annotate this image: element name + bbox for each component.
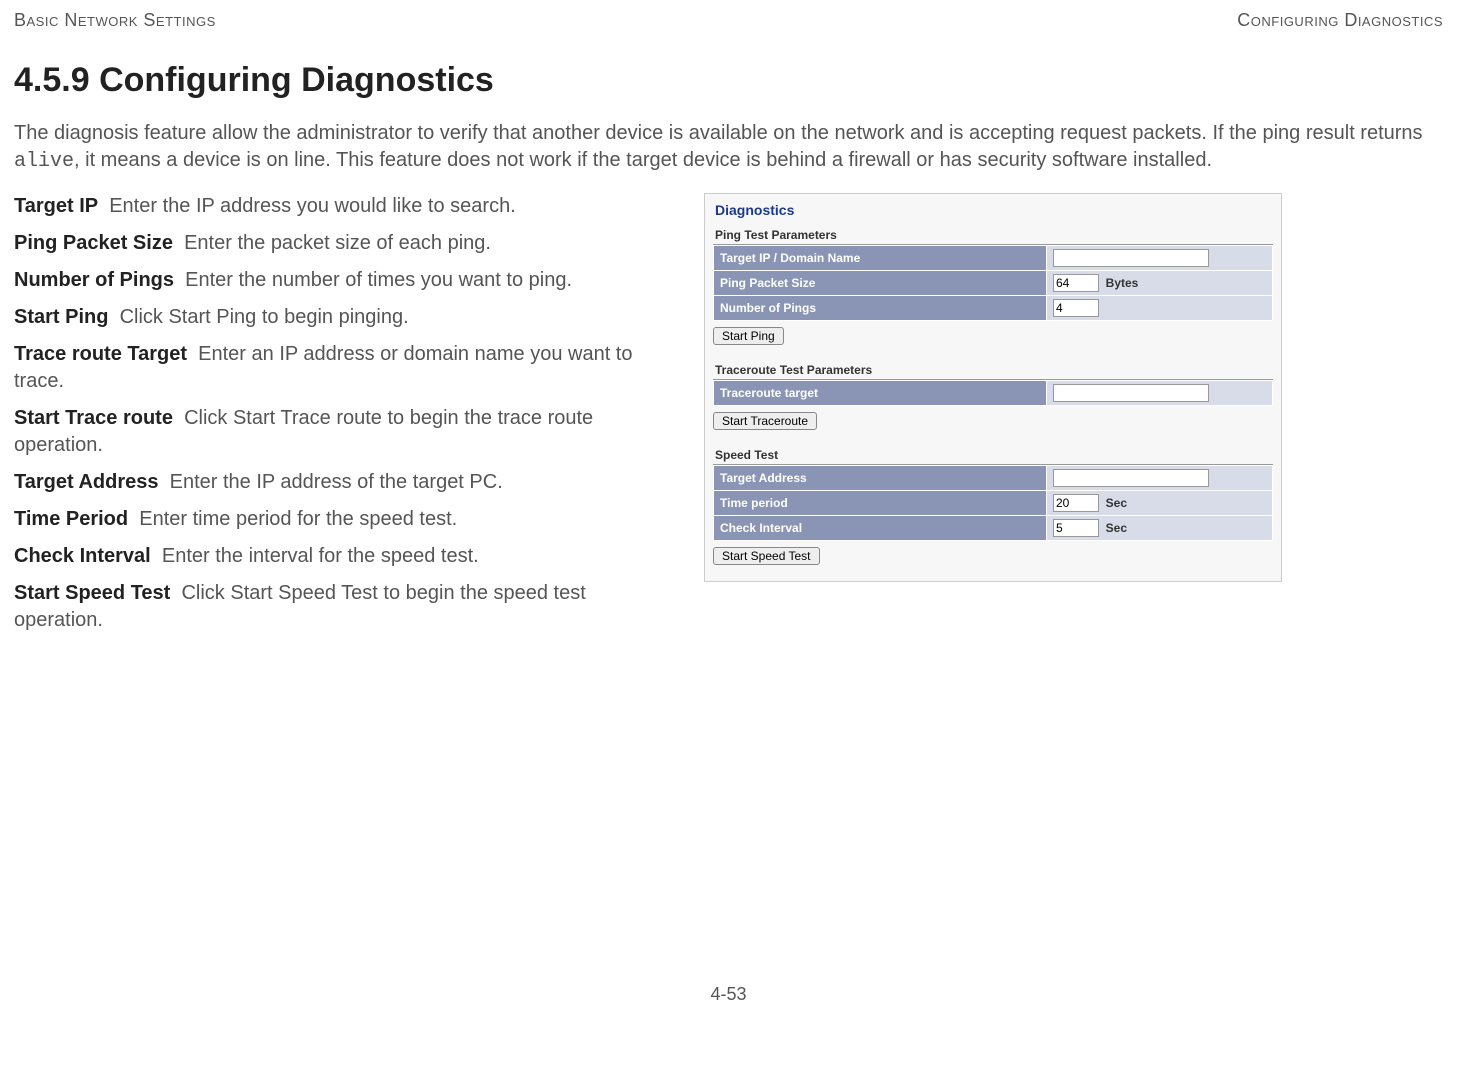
speed-period-label: Time period: [714, 491, 1047, 516]
page-number: 4-53: [14, 984, 1443, 1005]
def-desc: Enter time period for the speed test.: [139, 508, 457, 530]
def-desc: Enter the number of times you want to pi…: [185, 269, 572, 291]
ping-group-title: Ping Test Parameters: [713, 228, 1273, 245]
def-term: Target IP: [14, 195, 98, 217]
intro-pre: The diagnosis feature allow the administ…: [14, 122, 1423, 144]
speed-period-input[interactable]: [1053, 494, 1099, 512]
intro-post: , it means a device is on line. This fea…: [74, 149, 1212, 171]
def-desc: Enter the IP address you would like to s…: [109, 195, 516, 217]
panel-title: Diagnostics: [715, 202, 1273, 218]
def-desc: Enter the interval for the speed test.: [162, 545, 479, 567]
def-desc: Enter the IP address of the target PC.: [170, 471, 503, 493]
def-term: Trace route Target: [14, 343, 187, 365]
ping-count-input[interactable]: [1053, 299, 1099, 317]
start-speed-test-button[interactable]: Start Speed Test: [713, 547, 820, 565]
header-right: Configuring Diagnostics: [1237, 10, 1443, 31]
speed-interval-input[interactable]: [1053, 519, 1099, 537]
ping-size-unit: Bytes: [1106, 276, 1139, 290]
def-term: Time Period: [14, 508, 128, 530]
speed-interval-unit: Sec: [1106, 521, 1127, 535]
speed-addr-label: Target Address: [714, 466, 1047, 491]
ping-size-label: Ping Packet Size: [714, 271, 1047, 296]
def-term: Start Trace route: [14, 407, 173, 429]
speed-interval-label: Check Interval: [714, 516, 1047, 541]
definitions-list: Target IP Enter the IP address you would…: [14, 193, 664, 644]
intro-code: alive: [14, 150, 74, 173]
start-ping-button[interactable]: Start Ping: [713, 327, 784, 345]
def-desc: Enter the packet size of each ping.: [184, 232, 491, 254]
def-term: Start Speed Test: [14, 582, 170, 604]
diagnostics-panel: Diagnostics Ping Test Parameters Target …: [704, 193, 1282, 582]
def-term: Number of Pings: [14, 269, 174, 291]
speed-period-unit: Sec: [1106, 496, 1127, 510]
def-term: Start Ping: [14, 306, 108, 328]
ping-target-input[interactable]: [1053, 249, 1209, 267]
def-term: Target Address: [14, 471, 158, 493]
def-desc: Click Start Ping to begin pinging.: [120, 306, 409, 328]
ping-count-label: Number of Pings: [714, 296, 1047, 321]
section-heading: 4.5.9 Configuring Diagnostics: [14, 61, 1443, 100]
ping-target-label: Target IP / Domain Name: [714, 246, 1047, 271]
trace-target-input[interactable]: [1053, 384, 1209, 402]
def-term: Ping Packet Size: [14, 232, 173, 254]
intro-paragraph: The diagnosis feature allow the administ…: [14, 120, 1443, 175]
ping-size-input[interactable]: [1053, 274, 1099, 292]
def-term: Check Interval: [14, 545, 151, 567]
speed-addr-input[interactable]: [1053, 469, 1209, 487]
header-left: Basic Network Settings: [14, 10, 216, 31]
start-traceroute-button[interactable]: Start Traceroute: [713, 412, 817, 430]
speed-group-title: Speed Test: [713, 448, 1273, 465]
trace-group-title: Traceroute Test Parameters: [713, 363, 1273, 380]
trace-target-label: Traceroute target: [714, 381, 1047, 406]
